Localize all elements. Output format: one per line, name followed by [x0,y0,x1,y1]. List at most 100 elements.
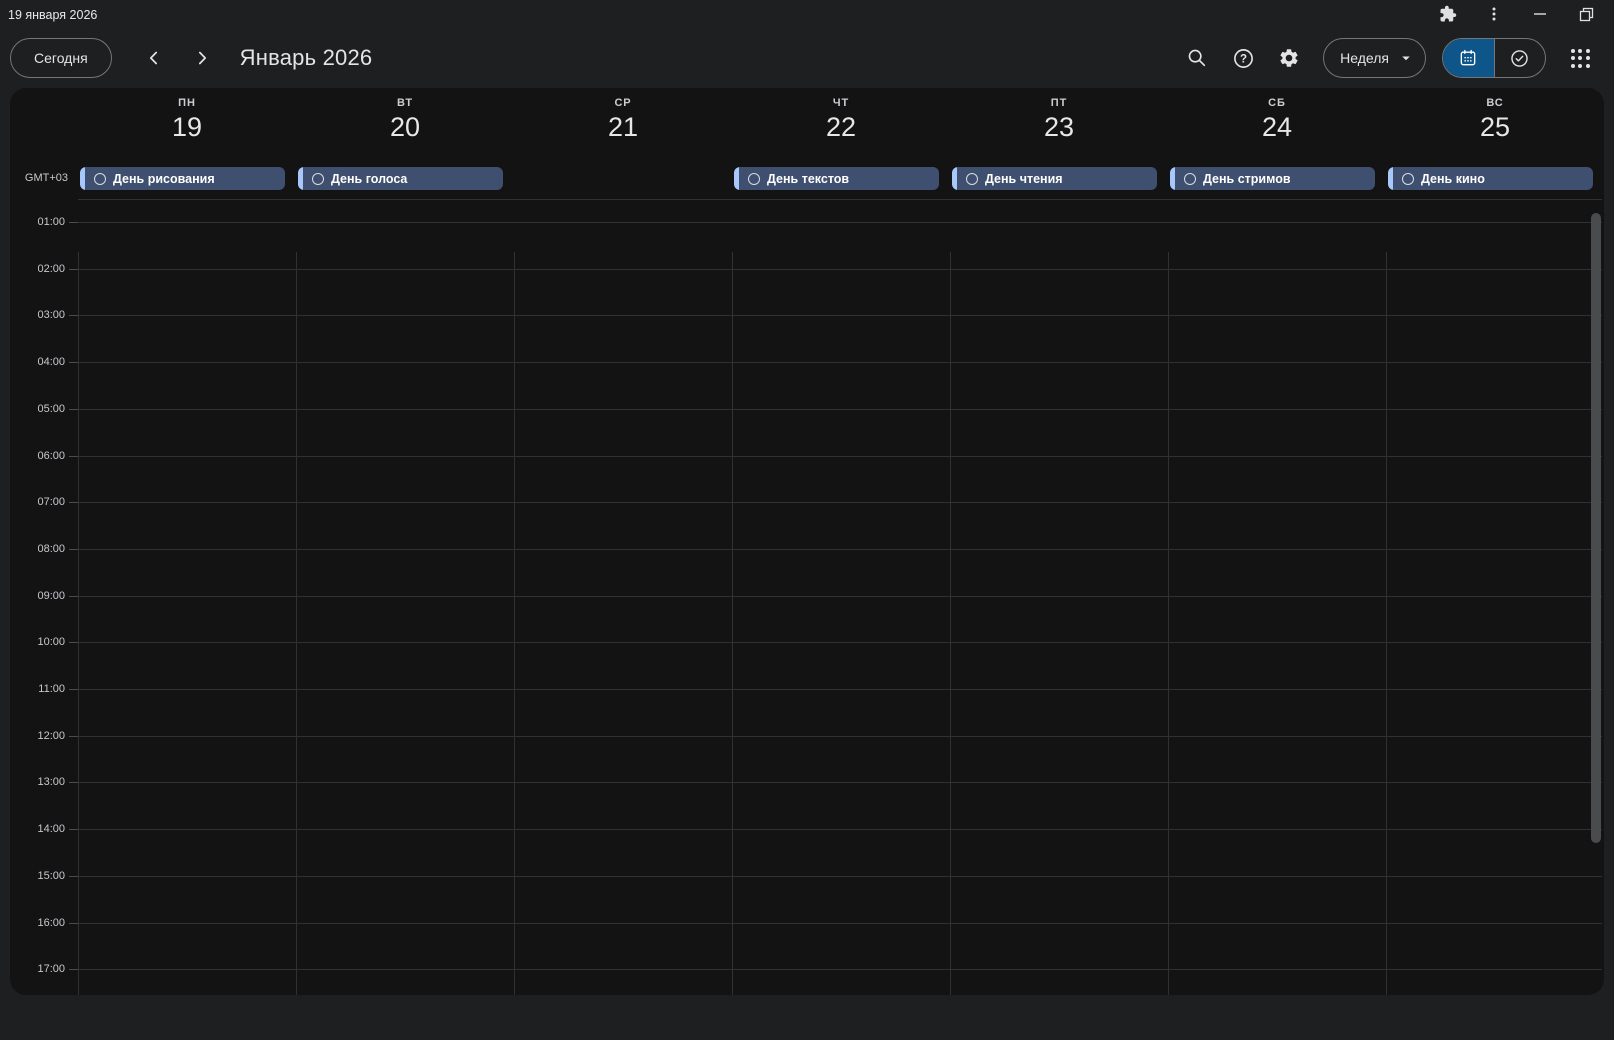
weekday-label: ВС [1386,97,1604,109]
svg-text:?: ? [1240,53,1247,65]
event-color-stripe [1388,167,1393,190]
day-header-sat: СБ 24 [1168,88,1386,143]
chevron-right-icon [192,48,212,68]
all-day-event-chip[interactable]: День стримов [1170,167,1375,190]
hour-label: 11:00 [10,683,65,695]
day-header-tue: ВТ20 [296,88,514,143]
hour-label: 13:00 [10,776,65,788]
weekday-label: ПН [78,97,296,109]
browser-menu-kebab-icon[interactable] [1484,4,1504,24]
restore-window-icon[interactable] [1576,4,1596,24]
help-icon: ? [1232,47,1255,70]
month-title: Январь 2026 [240,45,373,71]
help-button[interactable]: ? [1223,38,1263,78]
hour-label: 09:00 [10,590,65,602]
all-day-event-chip[interactable]: День текстов [734,167,939,190]
day-number[interactable]: 19 [78,112,296,143]
window-titlebar: 19 января 2026 [0,0,1614,28]
day-number[interactable]: 20 [296,112,514,143]
all-day-event-chip[interactable]: День чтения [952,167,1157,190]
task-circle-icon [748,173,760,185]
event-color-stripe [298,167,303,190]
tasks-view-toggle[interactable] [1494,39,1546,77]
hour-label: 03:00 [10,309,65,321]
weekday-label: ЧТ [732,97,950,109]
hour-label: 15:00 [10,870,65,882]
day-header-sun: ВС 25 [1386,88,1604,143]
hour-label: 07:00 [10,496,65,508]
apps-grid-icon [1571,49,1590,68]
hour-label: 14:00 [10,823,65,835]
gear-icon [1278,47,1300,69]
task-circle-icon [1402,173,1414,185]
weekday-label: СБ [1168,97,1386,109]
calendar-icon [1458,48,1478,68]
all-day-event-chip[interactable]: День кино [1388,167,1593,190]
hour-label: 02:00 [10,263,65,275]
event-title: День стримов [1203,172,1291,186]
day-number[interactable]: 25 [1386,112,1604,143]
app-header: Сегодня Январь 2026 ? Неделя [0,28,1614,88]
all-day-separator [78,199,1602,200]
hour-label: 01:00 [10,216,65,228]
weekday-label: ПТ [950,97,1168,109]
timezone-label: GMT+03 [10,172,68,184]
window-title: 19 января 2026 [8,6,97,22]
hour-label: 10:00 [10,636,65,648]
hour-label: 08:00 [10,543,65,555]
calendar-view-toggle[interactable] [1443,39,1494,77]
task-circle-icon [94,173,106,185]
event-title: День чтения [985,172,1063,186]
event-title: День рисования [113,172,215,186]
settings-button[interactable] [1269,38,1309,78]
previous-week-button[interactable] [134,38,174,78]
grid-vline [514,252,515,995]
grid-vline [1168,252,1169,995]
week-view-panel: ПН 19 ВТ20 СР 21 ЧТ 22 ПТ 23 СБ 24 ВС 25 GMT+0… [10,88,1604,995]
today-button[interactable]: Сегодня [10,38,112,78]
all-day-event-chip[interactable]: День рисования [80,167,285,190]
hour-label: 04:00 [10,356,65,368]
day-number[interactable]: 21 [514,112,732,143]
minimize-icon[interactable] [1530,4,1550,24]
day-number[interactable]: 22 [732,112,950,143]
event-title: День кино [1421,172,1485,186]
task-circle-icon [1184,173,1196,185]
event-title: День текстов [767,172,849,186]
grid-vline [78,252,79,995]
search-icon [1186,47,1208,69]
day-number[interactable]: 24 [1168,112,1386,143]
view-selector-dropdown[interactable]: Неделя [1323,38,1426,78]
event-color-stripe [80,167,85,190]
extensions-puzzle-icon[interactable] [1438,4,1458,24]
search-button[interactable] [1177,38,1217,78]
event-title: День голоса [331,172,407,186]
event-color-stripe [1170,167,1175,190]
grid-vline [950,252,951,995]
chevron-left-icon [144,48,164,68]
day-number[interactable]: 23 [950,112,1168,143]
next-week-button[interactable] [182,38,222,78]
task-circle-icon [966,173,978,185]
hour-label: 16:00 [10,917,65,929]
grid-vline [296,252,297,995]
check-circle-icon [1509,48,1530,69]
day-header-mon: ПН 19 [78,88,296,143]
hour-label: 12:00 [10,730,65,742]
hour-label: 05:00 [10,403,65,415]
event-color-stripe [734,167,739,190]
event-color-stripe [952,167,957,190]
calendar-tasks-toggle [1442,38,1546,78]
chevron-down-icon [1397,49,1415,67]
hour-label: 17:00 [10,963,65,975]
hour-label: 06:00 [10,450,65,462]
weekday-label: СР [514,97,732,109]
grid-vline [732,252,733,995]
day-header-thu: ЧТ 22 [732,88,950,143]
google-apps-button[interactable] [1560,38,1600,78]
task-circle-icon [312,173,324,185]
all-day-event-chip[interactable]: День голоса [298,167,503,190]
day-header-wed: СР 21 [514,88,732,143]
day-header-fri: ПТ 23 [950,88,1168,143]
vertical-scrollbar[interactable] [1591,213,1601,843]
